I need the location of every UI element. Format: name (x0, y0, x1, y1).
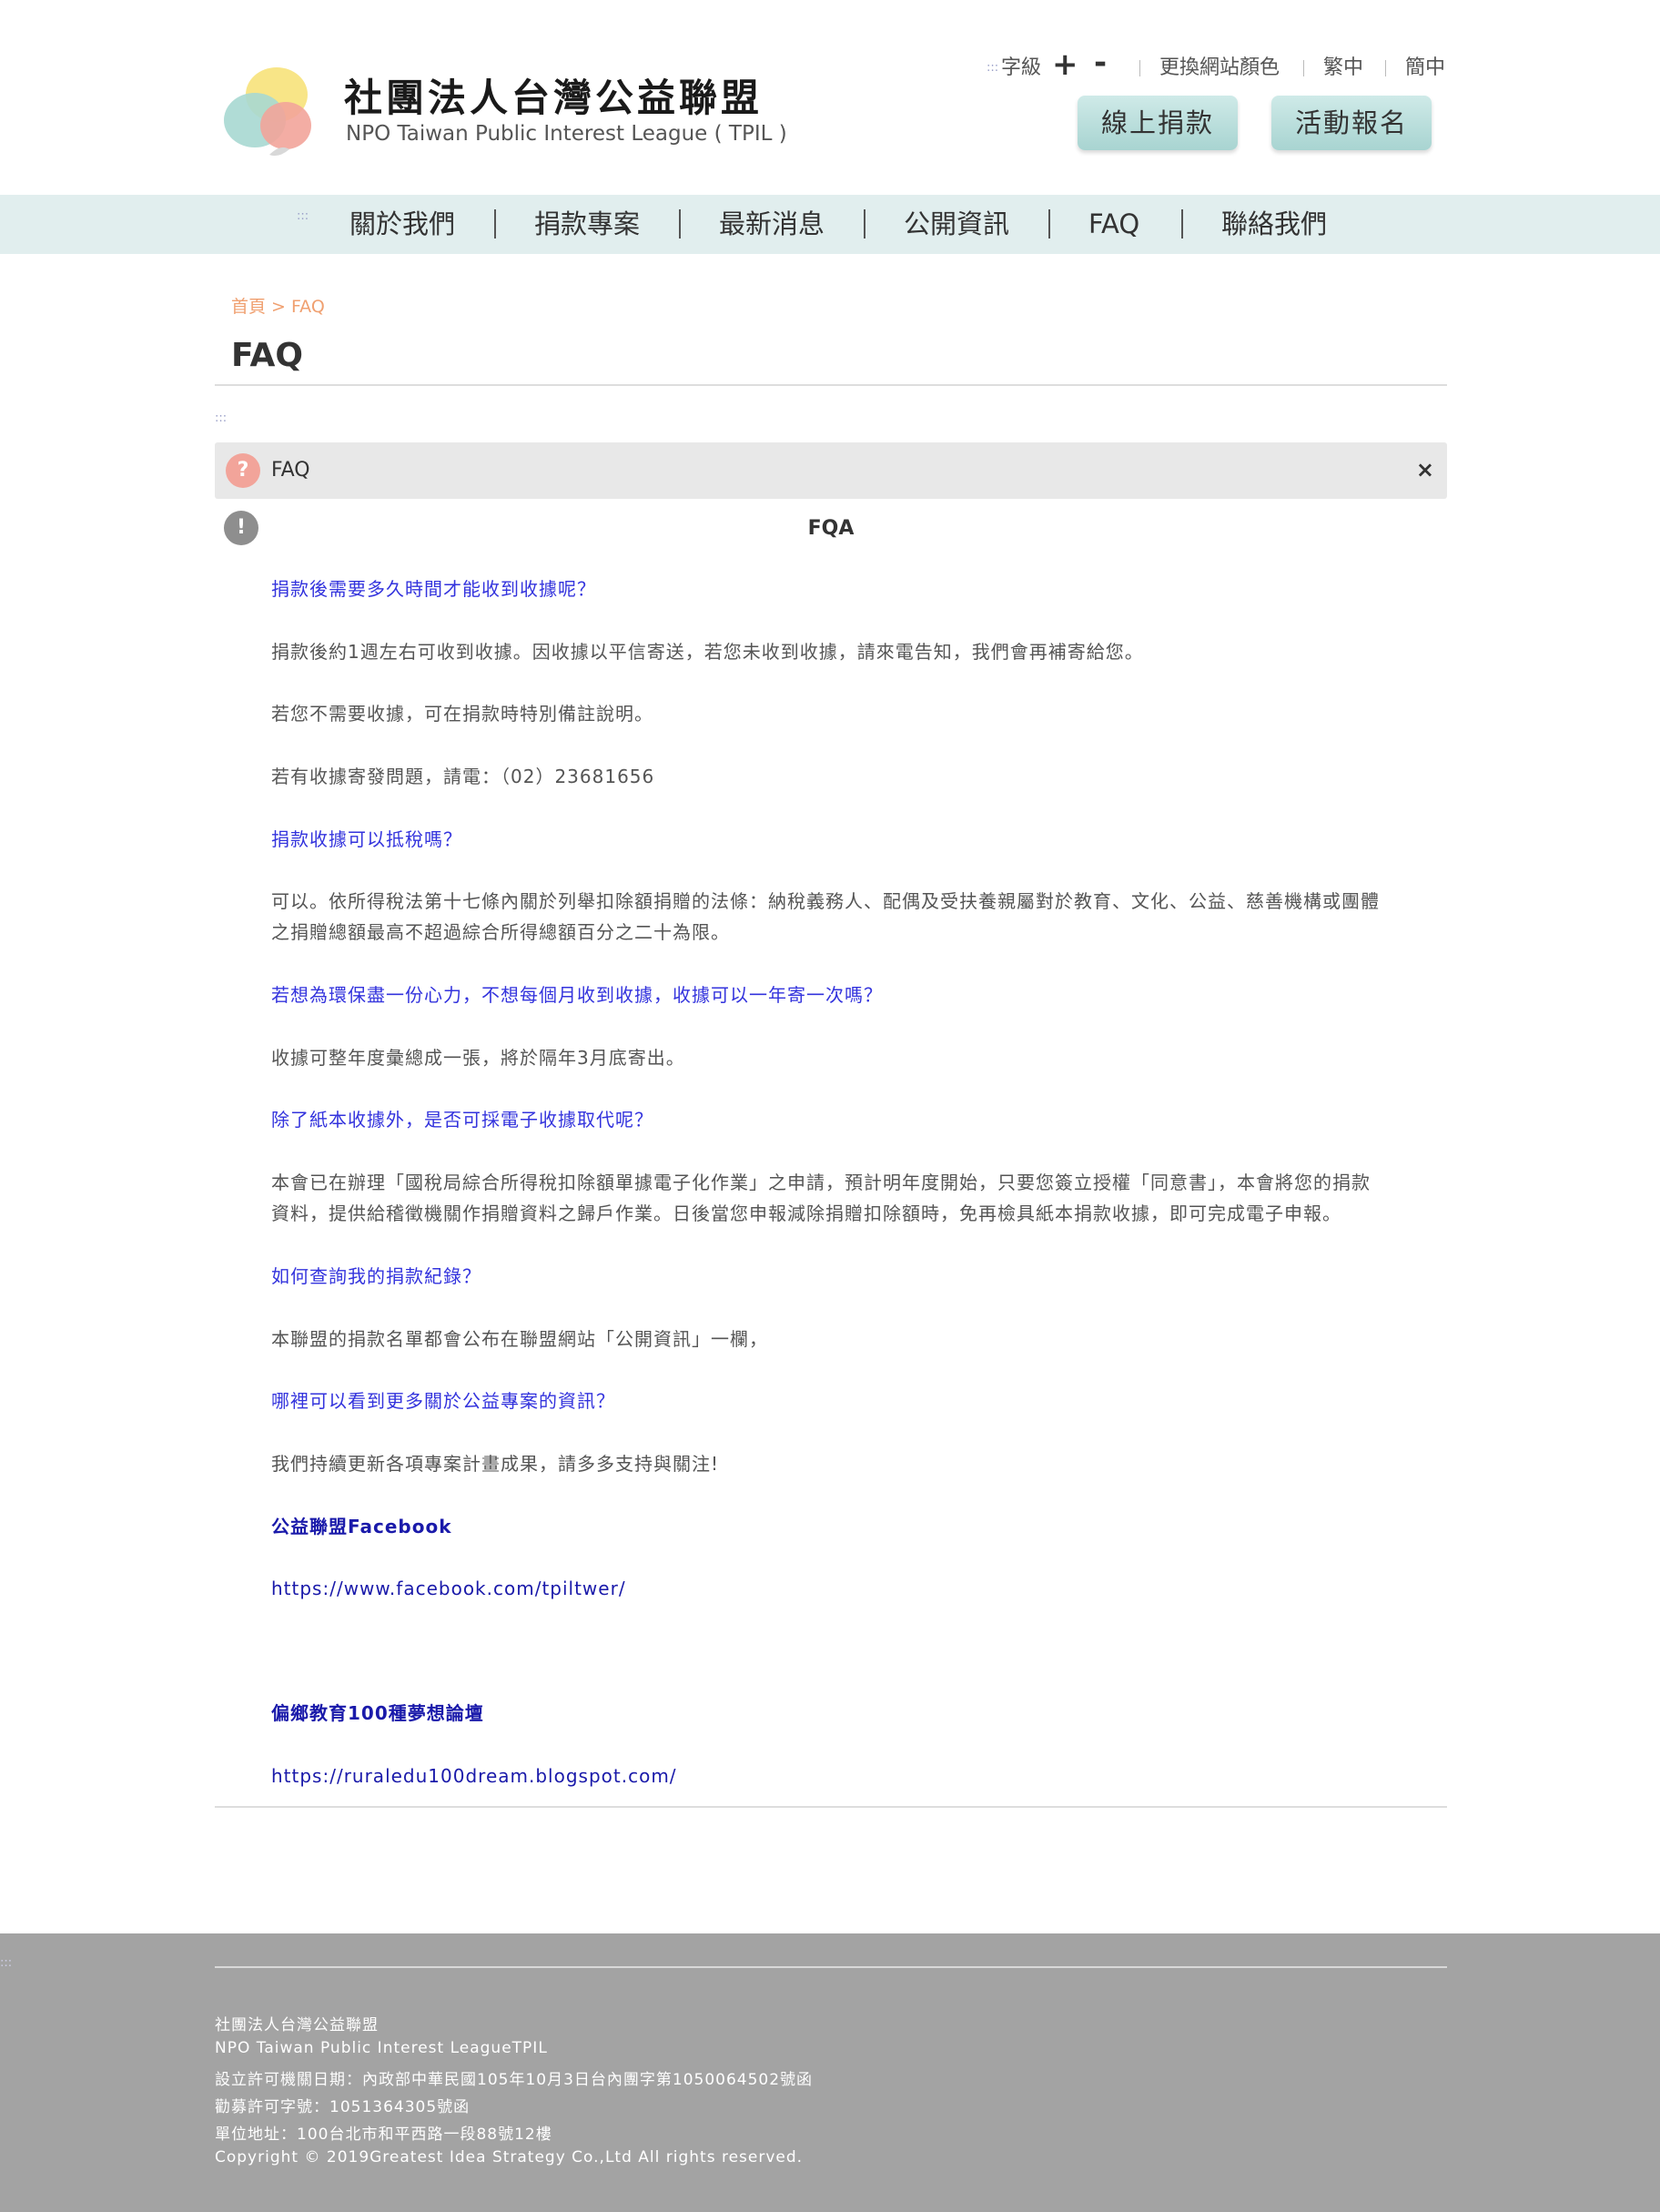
facebook-url-link[interactable]: https://www.facebook.com/tpiltwer/ (271, 1573, 1409, 1604)
footer-copyright: Copyright © 2019Greatest Idea Strategy C… (215, 2148, 804, 2166)
nav-divider (494, 209, 496, 238)
faq-accordion-title: FAQ (271, 459, 310, 482)
content-bottom-divider (215, 1806, 1447, 1808)
title-divider (215, 384, 1447, 386)
nav-divider (1048, 209, 1050, 238)
content-access-key[interactable]: ::: (215, 411, 227, 425)
page-title: FAQ (231, 337, 303, 374)
faq-question: 若想為環保盡一份心力，不想每個月收到收據，收據可以一年寄一次嗎？ (271, 984, 883, 1006)
nav-item-faq[interactable]: FAQ (1088, 195, 1139, 254)
forum-link-title[interactable]: 偏鄉教育100種夢想論壇 (271, 1698, 1409, 1729)
nav-divider (1181, 209, 1183, 238)
faq-question: 除了紙本收據外，是否可採電子收據取代呢？ (271, 1109, 653, 1131)
faq-answer: 我們持續更新各項專案計畫成果，請多多支持與關注! (271, 1453, 720, 1475)
nav-divider (679, 209, 681, 238)
faq-answer: 本會已在辦理「國稅局綜合所得稅扣除額單據電子化作業」之申請，預計明年度開始，只要… (271, 1172, 1371, 1193)
footer-fundraising-permit: 勸募許可字號：1051364305號函 (215, 2098, 471, 2116)
question-icon: ? (226, 453, 260, 488)
nav-item-donation-projects[interactable]: 捐款專案 (534, 195, 640, 254)
nav-item-about[interactable]: 關於我們 (349, 195, 455, 254)
online-donation-button[interactable]: 線上捐款 (1078, 96, 1238, 150)
site-header: 社團法人台灣公益聯盟 NPO Taiwan Public Interest Le… (0, 0, 1660, 195)
footer-org-name: 社團法人台灣公益聯盟 (215, 2016, 379, 2034)
util-divider (1303, 60, 1304, 76)
util-divider (1139, 60, 1140, 76)
simplified-chinese-link[interactable]: 簡中 (1405, 55, 1445, 82)
breadcrumb[interactable]: 首頁 > FAQ (231, 293, 325, 318)
faq-accordion-header[interactable]: ? FAQ × (215, 442, 1447, 499)
nav-access-key[interactable]: ::: (297, 209, 309, 223)
brand-name[interactable]: 社團法人台灣公益聯盟 (344, 67, 763, 123)
font-increase-button[interactable]: + (1052, 49, 1078, 80)
footer-license-date: 設立許可機關日期：內政部中華民國105年10月3日台內團字第1050064502… (215, 2071, 814, 2089)
facebook-link-title[interactable]: 公益聯盟Facebook (271, 1511, 1409, 1542)
faq-answer: 若有收據寄發問題，請電：（02）23681656 (271, 766, 655, 787)
traditional-chinese-link[interactable]: 繁中 (1323, 55, 1363, 82)
footer-org-english: NPO Taiwan Public Interest LeagueTPIL (215, 2039, 548, 2057)
header-access-key[interactable]: ::: (987, 55, 998, 82)
footer-address: 單位地址：100台北市和平西路一段88號12樓 (215, 2126, 552, 2144)
event-registration-button[interactable]: 活動報名 (1271, 96, 1432, 150)
brand-subtitle: NPO Taiwan Public Interest League ( TPIL… (346, 122, 787, 146)
footer-divider (215, 1966, 1447, 1968)
faq-answer: 捐款後約1週左右可收到收據。因收據以平信寄送，若您未收到收據，請來電告知，我們會… (271, 641, 1144, 663)
faq-answer: 收據可整年度彙總成一張，將於隔年3月底寄出。 (271, 1047, 685, 1069)
close-icon[interactable]: × (1416, 457, 1434, 482)
nav-item-contact[interactable]: 聯絡我們 (1221, 195, 1327, 254)
logo-icon[interactable] (215, 56, 324, 166)
change-color-link[interactable]: 更換網站顏色 (1159, 55, 1280, 82)
nav-item-news[interactable]: 最新消息 (719, 195, 825, 254)
faq-answer: 之捐贈總額最高不超過綜合所得總額百分之二十為限。 (271, 921, 730, 943)
nav-item-public-info[interactable]: 公開資訊 (904, 195, 1009, 254)
answer-heading: FQA (807, 517, 855, 540)
nav-divider (864, 209, 865, 238)
faq-question: 哪裡可以看到更多關於公益專案的資訊？ (271, 1390, 615, 1412)
faq-question: 捐款收據可以抵稅嗎？ (271, 828, 462, 850)
faq-answer: 若您不需要收據，可在捐款時特別備註說明。 (271, 703, 653, 725)
util-divider (1385, 60, 1386, 76)
font-size-label: 字級 (1001, 56, 1042, 79)
faq-answer: 本聯盟的捐款名單都會公布在聯盟網站「公開資訊」一欄， (271, 1328, 768, 1350)
faq-question: 如何查詢我的捐款紀錄？ (271, 1265, 481, 1287)
faq-answer: 資料，提供給稽徵機關作捐贈資料之歸戶作業。日後當您申報減除捐贈扣除額時，免再檢具… (271, 1202, 1341, 1224)
footer-access-key[interactable]: ::: (0, 1956, 12, 1970)
main-nav: ::: 關於我們 捐款專案 最新消息 公開資訊 FAQ 聯絡我們 (0, 195, 1660, 254)
faq-question: 捐款後需要多久時間才能收到收據呢？ (271, 578, 596, 600)
faq-answer: 可以。依所得稅法第十七條內關於列舉扣除額捐贈的法條：納稅義務人、配偶及受扶養親屬… (271, 890, 1380, 912)
font-decrease-button[interactable]: - (1094, 47, 1107, 78)
forum-url-link[interactable]: https://ruraledu100dream.blogspot.com/ (271, 1760, 1409, 1791)
site-footer: ::: 社團法人台灣公益聯盟 NPO Taiwan Public Interes… (0, 1933, 1660, 2212)
